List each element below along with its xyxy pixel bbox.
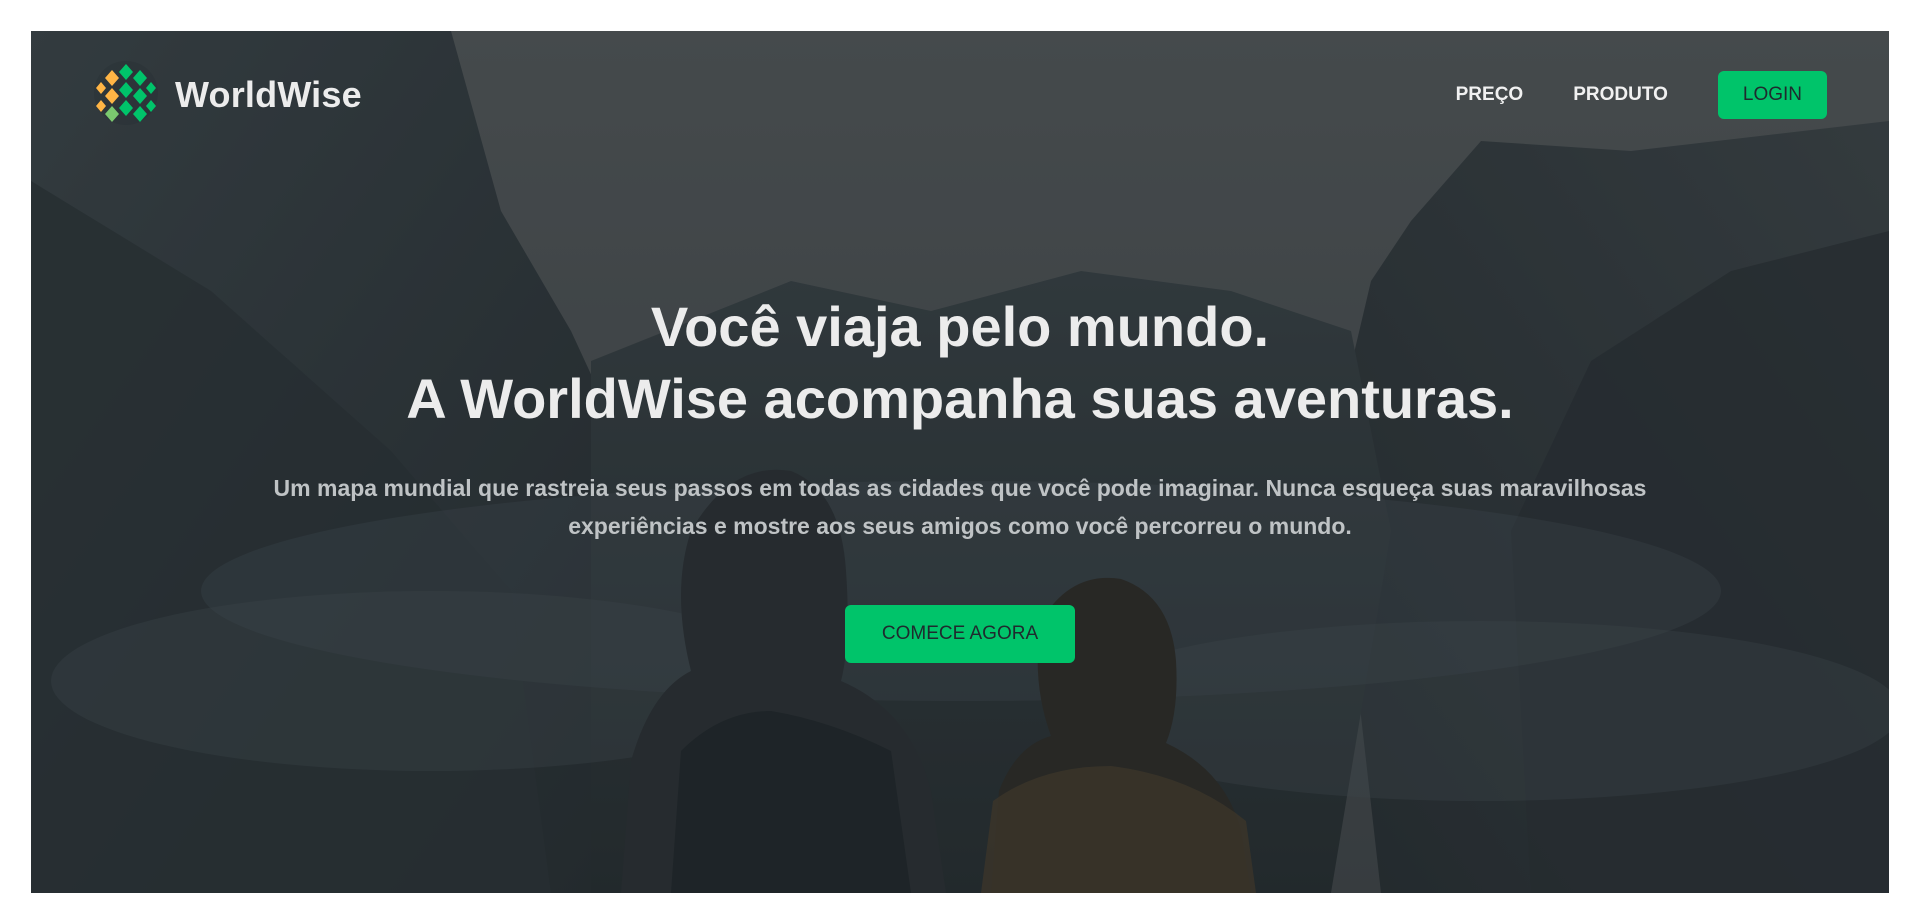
headline-line-2: A WorldWise acompanha suas aventuras. [406,367,1514,430]
hero-content: Você viaja pelo mundo. A WorldWise acomp… [31,291,1889,663]
nav-links: PREÇO PRODUTO LOGIN [1456,71,1827,119]
globe-icon [93,60,159,131]
nav-link-produto[interactable]: PRODUTO [1573,84,1668,106]
top-nav: WorldWise PREÇO PRODUTO LOGIN [93,60,1827,131]
headline-line-1: Você viaja pelo mundo. [650,295,1270,358]
brand-name: WorldWise [175,74,362,115]
start-now-button[interactable]: COMECE AGORA [844,605,1076,663]
logo[interactable]: WorldWise [93,60,362,131]
hero-subtext: Um mapa mundial que rastreia seus passos… [273,475,1647,539]
nav-link-preco[interactable]: PREÇO [1456,84,1524,106]
hero-section: WorldWise PREÇO PRODUTO LOGIN Você viaja… [31,31,1889,893]
hero-headline: Você viaja pelo mundo. A WorldWise acomp… [31,291,1889,435]
login-button[interactable]: LOGIN [1717,71,1827,119]
